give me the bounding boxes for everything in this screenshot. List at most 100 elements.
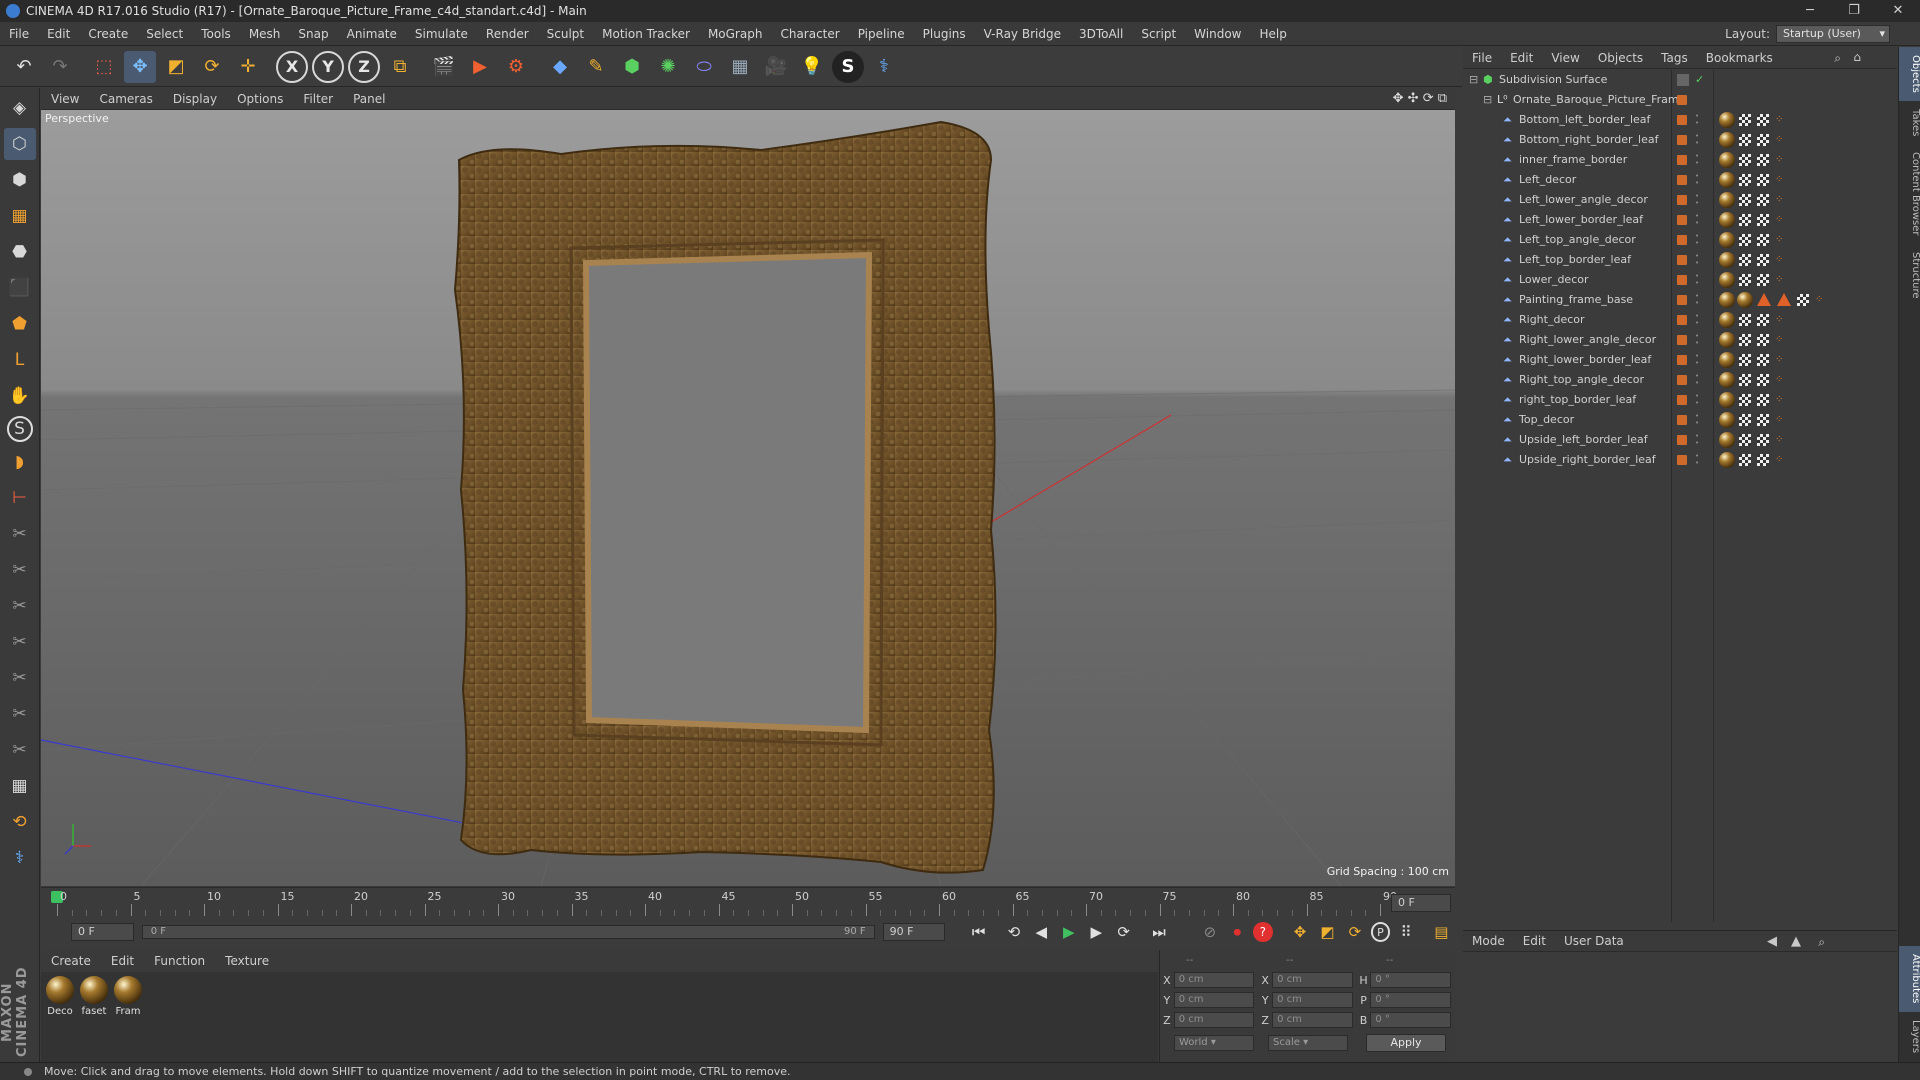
visibility-dots-icon[interactable]: • •: [1695, 113, 1700, 127]
subdivision-toggle-button[interactable]: ⟲: [4, 806, 36, 838]
menu-sculpt[interactable]: Sculpt: [538, 22, 593, 46]
uvw-tag-icon[interactable]: [1757, 234, 1769, 246]
uvw-tag-icon[interactable]: [1739, 194, 1751, 206]
material-tag-icon[interactable]: [1719, 152, 1735, 168]
tree-row-child[interactable]: ⏶ Right_lower_border_leaf • • ⁘: [1463, 350, 1897, 370]
uvw-tag-icon[interactable]: [1757, 454, 1769, 466]
snap-button[interactable]: S: [6, 416, 33, 442]
move-tool-button[interactable]: ✥: [124, 50, 156, 83]
layout-select[interactable]: Startup (User) ▾: [1776, 25, 1890, 43]
rotation-p-field[interactable]: 0 °: [1370, 992, 1451, 1008]
uvw-tag-icon[interactable]: [1739, 134, 1751, 146]
minimize-button[interactable]: ─: [1788, 0, 1832, 22]
tweak-mode-button[interactable]: ✋: [4, 380, 36, 412]
visibility-dots-icon[interactable]: • •: [1695, 133, 1700, 147]
material-tag-icon[interactable]: [1719, 232, 1735, 248]
make-editable-button[interactable]: ◈: [4, 92, 36, 124]
points-mode-button[interactable]: ⬣: [4, 236, 36, 268]
visibility-dots-icon[interactable]: • •: [1695, 393, 1700, 407]
menu-create[interactable]: Create: [79, 22, 137, 46]
sculpt-tool-4-button[interactable]: ✂: [4, 626, 36, 658]
visibility-dots-icon[interactable]: • •: [1695, 453, 1700, 467]
sculpt-tool-7-button[interactable]: ✂: [4, 734, 36, 766]
render-settings-button[interactable]: ⚙: [500, 51, 532, 83]
material-tag-icon[interactable]: [1719, 332, 1735, 348]
visibility-dots-icon[interactable]: • •: [1695, 293, 1700, 307]
add-cube-button[interactable]: ◆: [544, 51, 576, 83]
tree-row-child[interactable]: ⏶ Upside_right_border_leaf • • ⁘: [1463, 450, 1897, 470]
tab-takes[interactable]: Takes: [1899, 101, 1920, 144]
uvw-tag-icon[interactable]: [1757, 194, 1769, 206]
y-axis-lock-button[interactable]: Y: [312, 50, 344, 83]
magnet-button[interactable]: ◗: [4, 446, 36, 478]
texture-mode-button[interactable]: ⬢: [4, 164, 36, 196]
phong-tag-icon[interactable]: ⁘: [1775, 150, 1783, 170]
tree-row-child[interactable]: ⏶ Left_top_angle_decor • • ⁘: [1463, 230, 1897, 250]
tree-row-child[interactable]: ⏶ Top_decor • • ⁘: [1463, 410, 1897, 430]
phong-tag-icon[interactable]: ⁘: [1775, 390, 1783, 410]
menu-snap[interactable]: Snap: [289, 22, 337, 46]
tree-row-child[interactable]: ⏶ Right_top_angle_decor • • ⁘: [1463, 370, 1897, 390]
play-button[interactable]: ▶: [1057, 920, 1080, 944]
tab-attributes[interactable]: Attributes: [1899, 946, 1920, 1012]
visibility-dots-icon[interactable]: • •: [1695, 193, 1700, 207]
phong-tag-icon[interactable]: ⁘: [1775, 250, 1783, 270]
om-menu-bookmarks[interactable]: Bookmarks: [1697, 47, 1782, 69]
rotate-tool-button[interactable]: ⟳: [196, 51, 228, 83]
om-menu-edit[interactable]: Edit: [1501, 47, 1542, 69]
material-item[interactable]: faset: [79, 972, 109, 1017]
vray-button[interactable]: S: [832, 50, 864, 83]
om-menu-view[interactable]: View: [1542, 47, 1588, 69]
tree-row-child[interactable]: ⏶ right_top_border_leaf • • ⁘: [1463, 390, 1897, 410]
phong-tag-icon[interactable]: ⁘: [1775, 430, 1783, 450]
uvw-tag-icon[interactable]: [1757, 154, 1769, 166]
tree-row-child[interactable]: ⏶ Left_top_border_leaf • • ⁘: [1463, 250, 1897, 270]
workplane-mode-button[interactable]: ▦: [4, 200, 36, 232]
autokey-button[interactable]: ⏺: [1226, 920, 1249, 944]
sculpt-tool-2-button[interactable]: ✂: [4, 554, 36, 586]
tree-row-child[interactable]: ⏶ Left_lower_angle_decor • • ⁘: [1463, 190, 1897, 210]
tab-objects[interactable]: Objects: [1899, 47, 1920, 101]
visibility-dots-icon[interactable]: • •: [1695, 153, 1700, 167]
om-menu-file[interactable]: File: [1463, 47, 1501, 69]
tab-layers[interactable]: Layers: [1899, 1012, 1920, 1061]
menu-window[interactable]: Window: [1185, 22, 1250, 46]
current-frame-field[interactable]: 0 F: [1391, 894, 1451, 912]
python-button[interactable]: ⚕: [868, 51, 900, 83]
visibility-dots-icon[interactable]: • •: [1695, 173, 1700, 187]
tab-content-browser[interactable]: Content Browser: [1899, 144, 1920, 243]
om-menu-tags[interactable]: Tags: [1652, 47, 1697, 69]
phong-tag-icon[interactable]: ⁘: [1775, 130, 1783, 150]
key-pla-button[interactable]: ⠿: [1394, 920, 1417, 944]
menu-script[interactable]: Script: [1132, 22, 1185, 46]
previous-key-button[interactable]: ⟲: [1002, 920, 1025, 944]
x-axis-lock-button[interactable]: X: [276, 50, 308, 83]
add-nurbs-button[interactable]: ⬢: [616, 51, 648, 83]
uvw-tag-icon[interactable]: [1739, 354, 1751, 366]
om-menu-objects[interactable]: Objects: [1589, 47, 1652, 69]
sculpt-tool-5-button[interactable]: ✂: [4, 662, 36, 694]
key-scale-button[interactable]: ◩: [1316, 920, 1339, 944]
rotation-b-field[interactable]: 0 °: [1370, 1012, 1451, 1028]
redo-button[interactable]: ↷: [44, 51, 76, 83]
end-frame-field[interactable]: 90 F: [882, 923, 946, 941]
tree-row-child[interactable]: ⏶ Painting_frame_base • • ⁘: [1463, 290, 1897, 310]
uvw-tag-icon[interactable]: [1739, 314, 1751, 326]
material-tag-icon[interactable]: [1719, 192, 1735, 208]
menu-mesh[interactable]: Mesh: [240, 22, 290, 46]
material-tag-icon[interactable]: [1719, 272, 1735, 288]
uvw-tag-icon[interactable]: [1739, 274, 1751, 286]
python-script-button[interactable]: ⚕: [4, 842, 36, 874]
add-camera-button[interactable]: 🎥: [760, 51, 792, 83]
size-mode-select[interactable]: Scale ▾: [1268, 1035, 1348, 1051]
next-key-button[interactable]: ⟳: [1112, 920, 1135, 944]
viewport-menu-filter[interactable]: Filter: [293, 88, 343, 110]
uvw-tag-icon[interactable]: [1757, 214, 1769, 226]
phong-tag-icon[interactable]: ⁘: [1775, 210, 1783, 230]
tree-row-parent[interactable]: ⊟ L⁰ Ornate_Baroque_Picture_Frame: [1463, 90, 1897, 110]
material-tag-icon[interactable]: [1719, 132, 1735, 148]
menu-edit[interactable]: Edit: [38, 22, 79, 46]
uvw-tag-icon[interactable]: [1757, 274, 1769, 286]
uvw-tag-icon[interactable]: [1757, 254, 1769, 266]
tree-row-subdivision-surface[interactable]: ⊟ ⬢ Subdivision Surface ✓: [1463, 70, 1897, 90]
